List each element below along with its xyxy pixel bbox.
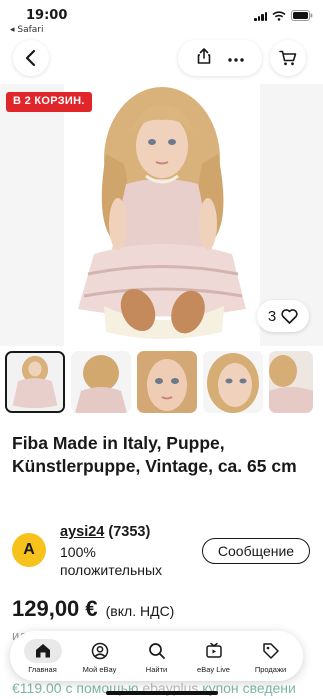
user-icon xyxy=(91,642,108,659)
back-button[interactable] xyxy=(13,40,49,76)
back-to-app-link[interactable]: ◂ Safari xyxy=(10,25,44,35)
chevron-left-icon xyxy=(25,49,36,67)
promo-more-link[interactable]: сведени xyxy=(243,680,296,696)
vat-note: (вкл. НДС) xyxy=(105,603,175,619)
more-button[interactable] xyxy=(227,49,244,67)
listing-title: Fiba Made in Italy, Puppe, Künstlerpuppe… xyxy=(12,433,297,476)
seller-info: aysi24 (7353) xyxy=(60,524,150,540)
watch-count: 3 xyxy=(267,307,277,325)
status-bar: 19:00 ◂ Safari xyxy=(0,0,323,40)
status-time: 19:00 xyxy=(26,8,68,23)
seller-rating: (7353) xyxy=(108,524,151,540)
signal-icon xyxy=(254,11,267,21)
live-icon xyxy=(205,642,222,658)
seller-name-link[interactable]: aysi24 xyxy=(60,524,104,540)
message-seller-button[interactable]: Сообщение xyxy=(202,538,310,564)
home-icon xyxy=(35,644,50,658)
share-more-group xyxy=(178,40,262,76)
tag-icon xyxy=(262,642,279,659)
thumbnail-2[interactable] xyxy=(71,351,131,413)
heart-icon xyxy=(281,308,298,324)
cart-button[interactable] xyxy=(270,40,306,76)
search-icon xyxy=(148,642,165,659)
seller-feedback: 100% положительных xyxy=(60,544,163,578)
tab-label: eBay Live xyxy=(197,664,230,674)
price: 129,00 € xyxy=(12,596,98,621)
product-photo xyxy=(64,84,260,346)
more-icon xyxy=(227,58,244,62)
thumbnail-1[interactable] xyxy=(5,351,65,413)
thumbnail-3[interactable] xyxy=(137,351,197,413)
bottom-tab-bar: Главная Мой eBay Найти eBay Live Продажи xyxy=(10,631,303,681)
thumbnail-4[interactable] xyxy=(203,351,263,413)
status-icons xyxy=(254,10,313,21)
tab-label: Главная xyxy=(28,664,57,674)
tab-label: Мой eBay xyxy=(82,664,117,674)
in-carts-badge: В 2 КОРЗИН. xyxy=(6,92,92,112)
tab-selling[interactable]: Продажи xyxy=(243,639,299,674)
share-icon xyxy=(197,47,210,64)
battery-icon xyxy=(291,10,313,21)
cart-icon xyxy=(279,50,297,66)
tab-my-ebay[interactable]: Мой eBay xyxy=(72,639,128,674)
watch-button[interactable]: 3 xyxy=(257,300,309,332)
seller-card: A aysi24 (7353) 100% положительных Сообщ… xyxy=(12,523,312,579)
home-indicator xyxy=(106,691,218,695)
thumbnail-strip xyxy=(5,351,313,413)
top-nav xyxy=(0,36,323,80)
promo-price: €119.00 xyxy=(12,680,62,696)
thumbnail-5[interactable] xyxy=(269,351,313,413)
tab-label: Найти xyxy=(145,664,168,674)
price-row: 129,00 € (вкл. НДС) xyxy=(12,596,174,622)
tab-label: Продажи xyxy=(254,664,287,674)
tab-ebay-live[interactable]: eBay Live xyxy=(186,639,242,674)
wifi-icon xyxy=(272,10,286,21)
avatar[interactable]: A xyxy=(12,533,46,567)
product-image-gallery[interactable]: В 2 КОРЗИН. 3 xyxy=(0,84,323,346)
share-button[interactable] xyxy=(197,47,211,69)
tab-search[interactable]: Найти xyxy=(129,639,185,674)
tab-home[interactable]: Главная xyxy=(15,638,71,674)
